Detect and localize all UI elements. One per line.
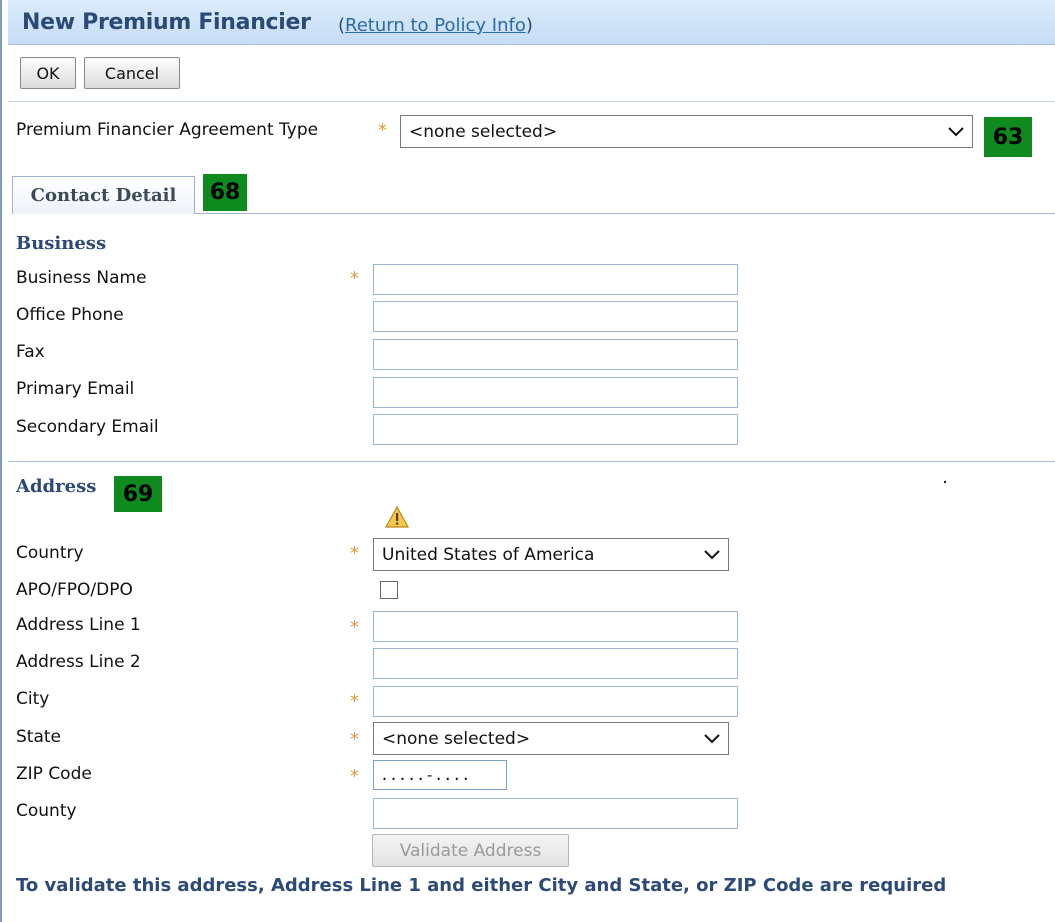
title-link-group: (Return to Policy Info) — [338, 15, 533, 36]
country-value: United States of America — [382, 544, 595, 565]
business-name-label: Business Name — [16, 268, 147, 288]
toolbar-divider — [8, 101, 1055, 102]
apo-fpo-dpo-label: APO/FPO/DPO — [16, 580, 133, 600]
address-line-1-input[interactable] — [373, 611, 738, 642]
page-title: New Premium Financier — [22, 10, 311, 35]
cancel-button[interactable]: Cancel — [84, 57, 180, 89]
state-value: <none selected> — [382, 728, 531, 749]
ok-button[interactable]: OK — [20, 57, 76, 89]
business-heading: Business — [16, 233, 107, 254]
county-input[interactable] — [373, 798, 738, 829]
tab-contact-detail[interactable]: Contact Detail — [12, 176, 195, 214]
business-name-input[interactable] — [373, 264, 738, 295]
zip-code-label: ZIP Code — [16, 764, 92, 784]
country-label: Country — [16, 543, 84, 563]
agreement-type-value: <none selected> — [409, 121, 558, 142]
apo-fpo-dpo-checkbox[interactable] — [380, 581, 398, 599]
state-select[interactable]: <none selected> — [373, 722, 729, 755]
required-marker: * — [350, 543, 359, 564]
secondary-email-label: Secondary Email — [16, 417, 159, 437]
chevron-down-icon — [948, 126, 964, 137]
state-label: State — [16, 727, 61, 747]
fax-label: Fax — [16, 342, 45, 362]
agreement-type-select[interactable]: <none selected> — [400, 115, 973, 148]
secondary-email-input[interactable] — [373, 414, 738, 445]
city-input[interactable] — [373, 686, 738, 717]
validate-address-button[interactable]: Validate Address — [372, 834, 569, 867]
primary-email-input[interactable] — [373, 377, 738, 408]
left-border — [0, 0, 2, 922]
required-marker: * — [350, 691, 359, 712]
chevron-down-icon — [704, 549, 720, 560]
address-heading: Address — [16, 476, 97, 497]
office-phone-input[interactable] — [373, 301, 738, 332]
paren-open: ( — [338, 15, 346, 36]
required-marker: * — [350, 268, 359, 289]
fax-input[interactable] — [373, 339, 738, 370]
chevron-down-icon — [704, 733, 720, 744]
marker-badge-69: 69 — [114, 476, 162, 512]
zip-code-input[interactable]: .....-.... — [373, 760, 507, 790]
marker-badge-63: 63 — [984, 117, 1032, 157]
office-phone-label: Office Phone — [16, 305, 124, 325]
title-bar: New Premium Financier (Return to Policy … — [8, 0, 1055, 45]
paren-close: ) — [525, 15, 533, 36]
address-line-2-label: Address Line 2 — [16, 652, 141, 672]
address-line-1-label: Address Line 1 — [16, 615, 141, 635]
warning-icon — [384, 505, 410, 528]
return-to-policy-info-link[interactable]: Return to Policy Info — [345, 15, 526, 36]
stray-dot — [944, 481, 946, 483]
county-label: County — [16, 801, 77, 821]
validation-message: To validate this address, Address Line 1… — [16, 875, 947, 896]
required-marker: * — [378, 120, 387, 141]
tab-baseline — [195, 213, 1055, 214]
required-marker: * — [350, 617, 359, 638]
primary-email-label: Primary Email — [16, 379, 135, 399]
required-marker: * — [350, 766, 359, 787]
marker-badge-68: 68 — [203, 174, 247, 211]
country-select[interactable]: United States of America — [373, 538, 729, 571]
city-label: City — [16, 689, 50, 709]
required-marker: * — [350, 729, 359, 750]
section-divider — [8, 461, 1055, 462]
agreement-type-label: Premium Financier Agreement Type — [16, 120, 319, 140]
address-line-2-input[interactable] — [373, 648, 738, 679]
